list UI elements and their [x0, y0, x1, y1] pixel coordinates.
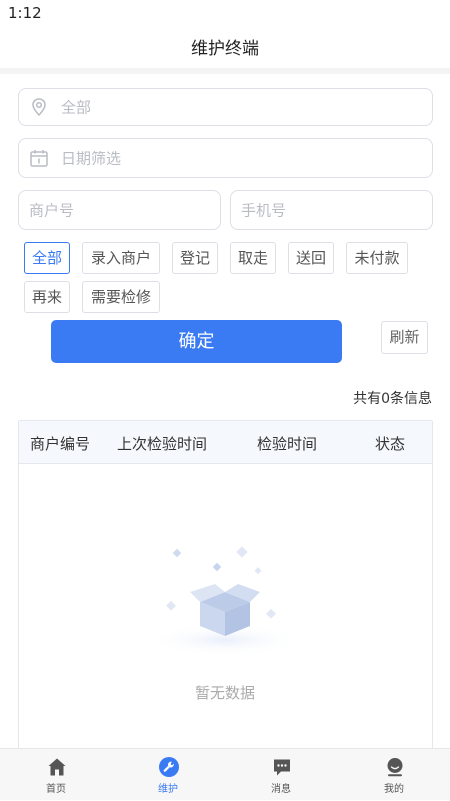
tab-home[interactable]: 首页: [0, 749, 112, 801]
date-filter-field[interactable]: 日期筛选: [18, 138, 433, 178]
message-icon: [272, 757, 292, 777]
refresh-button[interactable]: 刷新: [381, 321, 428, 354]
confirm-button[interactable]: 确定: [51, 320, 342, 363]
header-divider: [0, 68, 450, 74]
location-field[interactable]: 全部: [18, 88, 433, 126]
tab-profile-label: 我的: [384, 784, 404, 795]
tab-home-label: 首页: [46, 784, 66, 795]
chip-register[interactable]: 登记: [172, 242, 218, 274]
empty-state-text: 暂无数据: [194, 684, 255, 702]
location-placeholder: 全部: [61, 98, 92, 117]
tab-messages-label: 消息: [271, 784, 291, 795]
chip-returned[interactable]: 送回: [288, 242, 334, 274]
phone-input[interactable]: 手机号: [230, 190, 433, 230]
merchant-no-input[interactable]: 商户号: [18, 190, 221, 230]
result-count: 共有0条信息: [353, 391, 432, 407]
wrench-icon: [159, 757, 179, 777]
chip-enter-merchant[interactable]: 录入商户: [82, 242, 160, 274]
empty-box-illustration: [130, 540, 320, 660]
status-bar: 1:12: [0, 0, 450, 26]
tab-messages[interactable]: 消息: [225, 749, 337, 801]
location-pin-icon: [29, 97, 49, 117]
home-icon: [47, 757, 67, 777]
chip-unpaid[interactable]: 未付款: [346, 242, 408, 274]
column-merchant-no: 商户编号: [30, 435, 91, 453]
phone-placeholder: 手机号: [241, 201, 287, 220]
date-filter-placeholder: 日期筛选: [61, 149, 122, 168]
chip-needs-repair[interactable]: 需要检修: [82, 281, 160, 313]
tab-profile[interactable]: 我的: [338, 749, 450, 801]
title-bar: 维护终端: [0, 26, 450, 68]
calendar-icon: [29, 148, 49, 168]
column-last-inspection: 上次检验时间: [117, 435, 208, 453]
chip-again[interactable]: 再来: [24, 281, 70, 313]
status-time: 1:12: [8, 4, 42, 22]
table-header: 商户编号 上次检验时间 检验时间 状态: [19, 421, 432, 464]
user-icon: [385, 757, 405, 777]
page-title: 维护终端: [191, 39, 259, 59]
column-inspection-time: 检验时间: [257, 435, 318, 453]
column-status: 状态: [375, 435, 406, 453]
merchant-no-placeholder: 商户号: [29, 201, 75, 220]
chip-all[interactable]: 全部: [24, 242, 70, 274]
tab-maintenance[interactable]: 维护: [112, 749, 224, 801]
chip-taken[interactable]: 取走: [230, 242, 276, 274]
tab-maintenance-label: 维护: [158, 784, 178, 795]
bottom-tab-bar: 首页 维护 消息 我的: [0, 748, 450, 800]
